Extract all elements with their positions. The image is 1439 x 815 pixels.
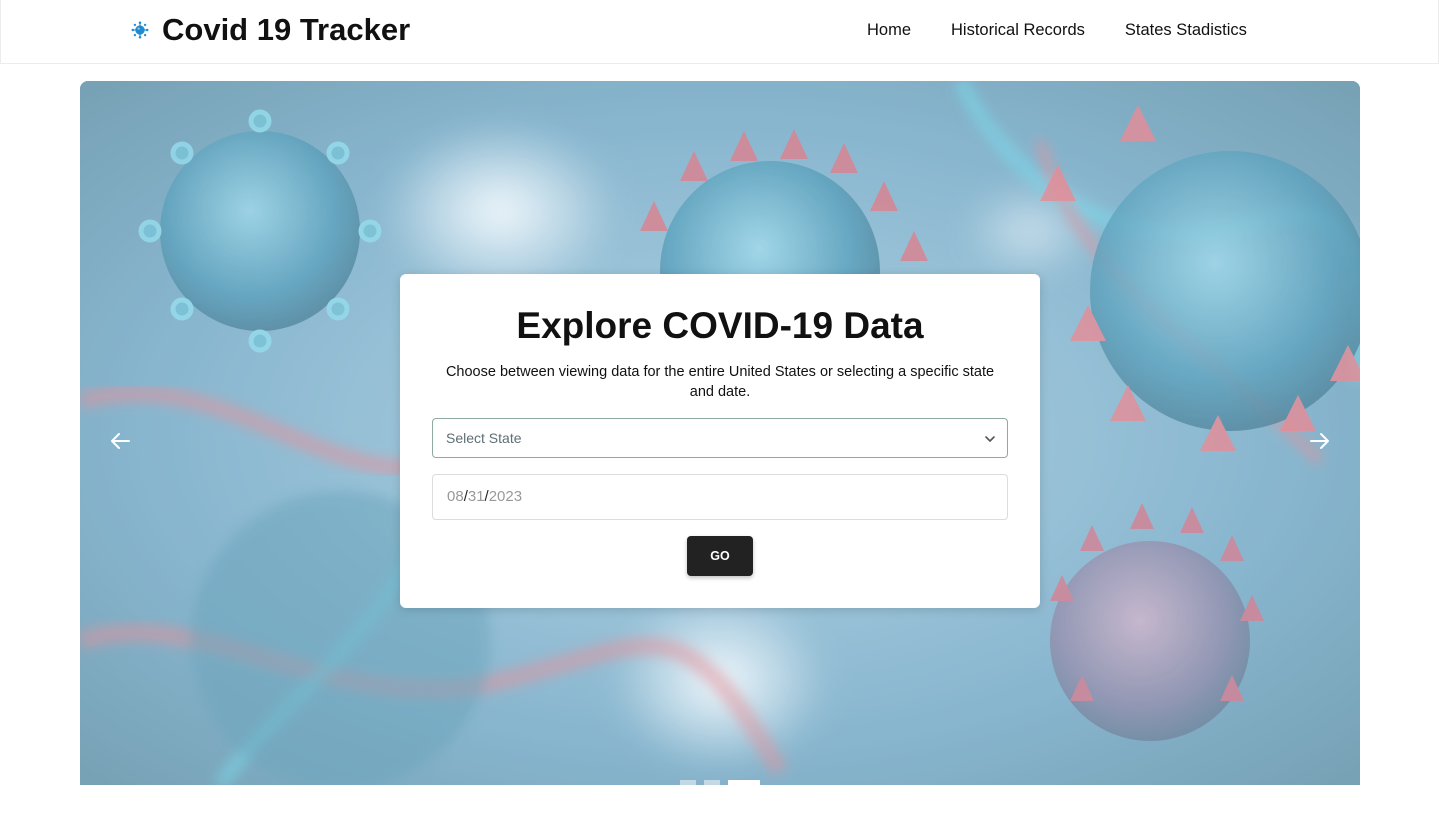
carousel-indicator-1[interactable]	[680, 780, 696, 785]
brand[interactable]: Covid 19 Tracker	[131, 12, 410, 48]
nav-historical-records[interactable]: Historical Records	[951, 20, 1085, 40]
date-month: 08	[447, 488, 464, 505]
carousel-indicators	[680, 780, 768, 785]
date-day: 31	[467, 488, 485, 505]
card-title: Explore COVID-19 Data	[516, 305, 924, 346]
state-select[interactable]: Select State	[432, 418, 1008, 458]
date-year: 2023	[488, 488, 523, 505]
carousel-indicator-2[interactable]	[704, 780, 720, 785]
nav-home[interactable]: Home	[867, 20, 911, 40]
main-nav: Home Historical Records States Stadistic…	[867, 20, 1247, 40]
carousel-indicator-3[interactable]	[728, 780, 760, 785]
explore-card: Explore COVID-19 Data Choose between vie…	[400, 274, 1040, 608]
go-button[interactable]: GO	[687, 536, 753, 576]
navbar: Covid 19 Tracker Home Historical Records…	[0, 0, 1439, 64]
virus-icon	[131, 21, 149, 39]
card-description: Choose between viewing data for the enti…	[445, 364, 995, 400]
nav-states-statistics[interactable]: States Stadistics	[1125, 20, 1247, 40]
arrow-right-icon[interactable]	[1308, 429, 1332, 453]
arrow-left-icon[interactable]	[108, 429, 132, 453]
chevron-down-icon	[985, 436, 995, 442]
state-select-placeholder: Select State	[446, 430, 522, 446]
app-title: Covid 19 Tracker	[162, 12, 411, 47]
date-input[interactable]: 08/31/2023	[432, 474, 1008, 520]
date-value: 08/31/2023	[447, 488, 522, 505]
